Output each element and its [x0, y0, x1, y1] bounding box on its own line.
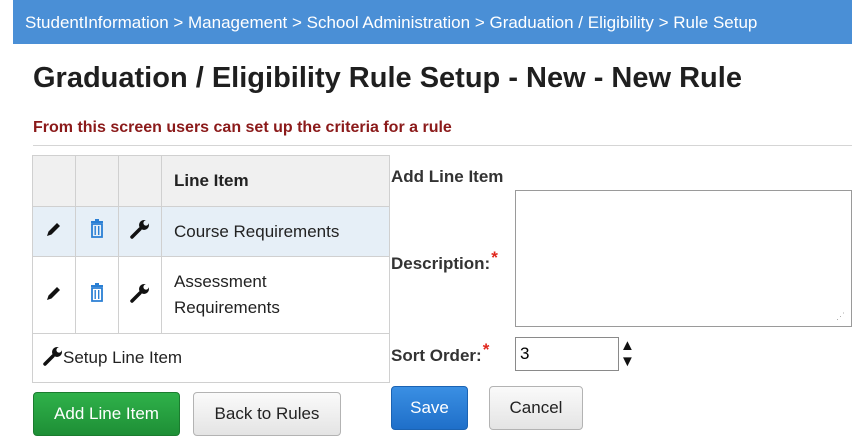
- setup-cell: [118, 256, 162, 334]
- edit-cell: [32, 206, 76, 257]
- table-row: Assessment Requirements: [32, 256, 390, 334]
- wrench-icon[interactable]: [130, 219, 150, 243]
- line-items-table: Line Item Course Requirements Assessment…: [32, 155, 390, 383]
- sort-order-input[interactable]: [515, 337, 619, 371]
- delete-cell: [75, 206, 119, 257]
- trash-icon[interactable]: [88, 282, 106, 307]
- wrench-icon: [43, 346, 63, 370]
- wrench-icon[interactable]: [130, 283, 150, 307]
- cancel-button[interactable]: Cancel: [489, 386, 583, 430]
- description-label: Description:*: [391, 248, 498, 274]
- header-setup-col: [118, 155, 162, 207]
- delete-cell: [75, 256, 119, 334]
- resize-grip-icon[interactable]: ⋰: [836, 311, 845, 322]
- add-line-item-button[interactable]: Add Line Item: [33, 392, 180, 436]
- line-item-label[interactable]: Assessment Requirements: [161, 256, 390, 334]
- line-item-label-line2: Requirements: [174, 298, 280, 317]
- line-item-label-line1: Assessment: [174, 272, 267, 291]
- required-marker: *: [482, 340, 490, 359]
- edit-cell: [32, 256, 76, 334]
- sort-order-label: Sort Order:*: [391, 340, 489, 366]
- sort-order-spinner: ▲ ▼: [620, 337, 636, 371]
- required-marker: *: [491, 248, 498, 267]
- description-textarea[interactable]: ⋰: [515, 190, 852, 327]
- add-line-item-heading: Add Line Item: [391, 167, 504, 186]
- trash-icon[interactable]: [88, 219, 106, 243]
- caret-up-icon[interactable]: ▲: [620, 338, 635, 353]
- setup-cell: [118, 206, 162, 257]
- setup-line-item-label: Setup Line Item: [63, 348, 183, 367]
- save-button[interactable]: Save: [391, 386, 468, 430]
- sort-order-label-text: Sort Order:: [391, 346, 482, 365]
- header-edit-col: [32, 155, 76, 207]
- header-line-item: Line Item: [161, 155, 390, 207]
- description-label-text: Description:: [391, 254, 491, 273]
- pencil-icon[interactable]: [45, 284, 63, 306]
- pencil-icon[interactable]: [45, 220, 63, 242]
- setup-line-item-link[interactable]: Setup Line Item: [32, 333, 390, 383]
- line-item-label[interactable]: Course Requirements: [161, 206, 390, 257]
- page-title: Graduation / Eligibility Rule Setup - Ne…: [33, 62, 742, 94]
- caret-down-icon[interactable]: ▼: [620, 354, 635, 369]
- breadcrumb: StudentInformation > Management > School…: [13, 0, 852, 44]
- table-header-row: Line Item: [32, 155, 390, 207]
- table-row: Course Requirements: [32, 206, 390, 257]
- divider: [33, 145, 852, 146]
- table-footer-row: Setup Line Item: [32, 333, 390, 383]
- page-subtitle: From this screen users can set up the cr…: [33, 119, 452, 136]
- back-to-rules-button[interactable]: Back to Rules: [193, 392, 341, 436]
- header-delete-col: [75, 155, 119, 207]
